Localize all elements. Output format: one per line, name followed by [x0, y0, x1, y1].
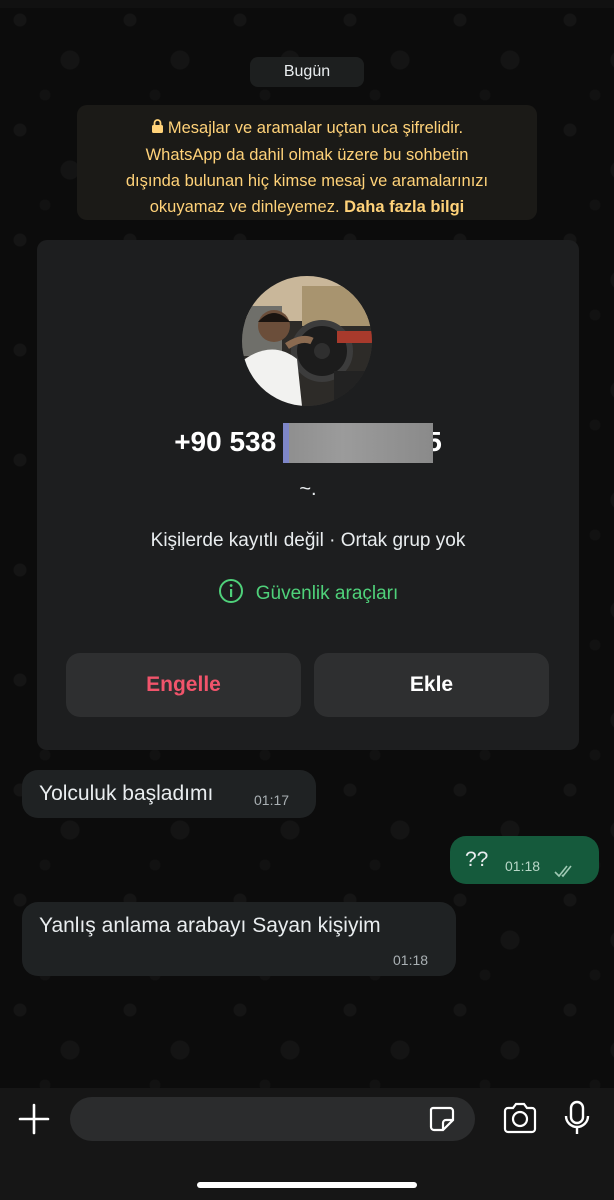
sticker-icon[interactable] [428, 1105, 456, 1138]
message-bubble-incoming[interactable]: Yanlış anlama arabayı Sayan kişiyim 01:1… [22, 902, 456, 976]
learn-more-link[interactable]: Daha fazla bilgi [344, 198, 464, 216]
message-input[interactable] [70, 1097, 475, 1141]
add-contact-button[interactable]: Ekle [314, 653, 549, 717]
message-text: Yanlış anlama arabayı Sayan kişiyim [39, 914, 381, 937]
contact-meta: Kişilerde kayıtlı değil · Ortak grup yok [150, 530, 466, 551]
phone-prefix: +90 538 [174, 426, 277, 457]
encryption-line-1: Mesajlar ve aramalar uçtan uca şifrelidi… [167, 119, 464, 137]
message-text: Yolculuk başladımı [39, 782, 214, 805]
date-chip: Bugün [250, 57, 364, 87]
contact-avatar[interactable] [242, 276, 372, 406]
encryption-notice[interactable]: Mesajlar ve aramalar uçtan uca şifrelidi… [77, 105, 537, 220]
message-time: 01:17 [254, 792, 290, 808]
unknown-contact-card: +90 538 5 ~. Kişilerde kayıtlı değil · Or… [37, 240, 579, 750]
lock-icon [151, 116, 164, 142]
contact-about: ~. [299, 478, 317, 500]
message-text: ?? [465, 848, 489, 871]
security-tools-link[interactable]: Güvenlik araçları [37, 578, 579, 610]
encryption-line-3: dışında bulunan hiç kimse mesaj ve arama… [125, 172, 489, 190]
add-button-label: Ekle [409, 673, 454, 696]
plus-icon[interactable] [18, 1103, 50, 1140]
block-button[interactable]: Engelle [66, 653, 301, 717]
message-time: 01:18 [505, 858, 541, 874]
phone-redaction [283, 423, 433, 463]
message-bubble-outgoing[interactable]: ?? 01:18 [450, 836, 599, 884]
top-divider [0, 0, 614, 8]
encryption-line-2: WhatsApp da dahil olmak üzere bu sohbeti… [145, 146, 469, 164]
security-tools-label: Güvenlik araçları [255, 583, 399, 604]
block-button-label: Engelle [146, 673, 221, 696]
message-bubble-incoming[interactable]: Yolculuk başladımı 01:17 [22, 770, 316, 818]
date-chip-label: Bugün [283, 63, 331, 80]
message-time: 01:18 [393, 952, 429, 968]
microphone-icon[interactable] [563, 1100, 591, 1141]
read-receipt-icon [554, 860, 576, 884]
camera-icon[interactable] [502, 1102, 538, 1139]
info-icon [218, 578, 244, 610]
home-indicator[interactable] [197, 1182, 417, 1188]
encryption-line-4: okuyamaz ve dinleyemez. [149, 198, 340, 216]
